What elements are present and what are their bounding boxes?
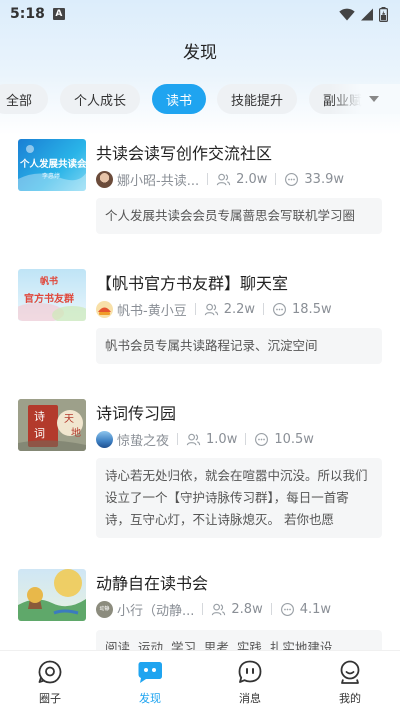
item-meta: 动静 小行（动静... 2.8w 4.1w — [96, 599, 331, 619]
nav-label: 圈子 — [39, 692, 61, 705]
item-title: 【帆书官方书友群】聊天室 — [96, 274, 289, 293]
members-icon — [186, 433, 201, 445]
item-thumbnail: 帆书 官方书友群 — [18, 269, 86, 321]
nav-label: 发现 — [139, 692, 161, 705]
nav-item-circle[interactable]: 圈子 — [0, 651, 100, 712]
item-title: 共读会读写创作交流社区 — [96, 144, 273, 163]
item-title: 诗词传习园 — [96, 404, 177, 423]
list-item[interactable]: 动静自在读书会 动静 小行（动静... 2.8w 4.1w 阅读 运动 学习 思… — [0, 566, 400, 650]
item-description: 阅读 运动 学习 思考 实践 扎实地建设 — [96, 630, 382, 650]
thumbnail-char: 词 — [34, 427, 45, 440]
members-icon — [216, 173, 231, 185]
tab-label: 读书 — [165, 93, 192, 109]
list-item[interactable]: 诗 词 天 地 诗词传习园 惊蛰之夜 1.0w 10.5w 诗心若无处归依，就会… — [0, 396, 400, 538]
avatar: 动静 — [96, 600, 113, 618]
nav-label: 我的 — [339, 692, 361, 705]
message-icon — [238, 660, 262, 683]
thumbnail-char: 诗 — [34, 410, 45, 423]
message-count-icon — [273, 302, 286, 316]
tab-label: 技能提升 — [230, 93, 283, 109]
avatar — [96, 170, 113, 188]
bottom-navigation: 圈子 发现 消息 我的 — [0, 650, 400, 712]
thumbnail-char: 天 — [64, 414, 74, 425]
members-icon — [212, 603, 226, 615]
owner-name: 帆书-黄小豆 — [117, 303, 187, 319]
message-count: 4.1w — [299, 601, 332, 617]
signal-icon — [361, 8, 373, 20]
thumbnail-caption: 个人发展共读会 — [20, 159, 86, 170]
thumbnail-caption: 官方书友群 — [24, 294, 74, 305]
message-count: 18.5w — [292, 301, 332, 317]
nav-item-profile[interactable]: 我的 — [300, 651, 400, 712]
circle-chat-icon — [38, 660, 62, 684]
item-meta: 娜小昭-共读... 2.0w 33.9w — [96, 169, 344, 189]
item-description: 个人发展共读会会员专属蔷思会写联机学习圈 — [96, 198, 382, 234]
category-tabs: 全部 个人成长 读书 技能提升 副业赋 — [0, 84, 400, 114]
message-count-icon — [285, 172, 299, 186]
tab-skill-improvement[interactable]: 技能提升 — [217, 84, 297, 114]
message-count: 33.9w — [304, 171, 344, 187]
list-item[interactable]: 个人发展共读会 李惠婷 共读会读写创作交流社区 娜小昭-共读... 2.0w 3… — [0, 136, 400, 236]
wifi-icon — [339, 8, 355, 20]
chevron-down-icon[interactable] — [366, 92, 382, 106]
avatar — [96, 300, 113, 318]
thumbnail-caption: 帆书 — [40, 277, 59, 287]
item-title: 动静自在读书会 — [96, 574, 209, 593]
tab-label: 全部 — [5, 93, 32, 109]
message-count: 10.5w — [274, 431, 314, 447]
list-item[interactable]: 帆书 官方书友群 【帆书官方书友群】聊天室 帆书-黄小豆 2.2w 18.5w … — [0, 266, 400, 366]
tab-reading[interactable]: 读书 — [152, 84, 206, 114]
nav-item-discover[interactable]: 发现 — [100, 651, 200, 712]
members-icon — [204, 303, 218, 315]
item-meta: 帆书-黄小豆 2.2w 18.5w — [96, 299, 332, 319]
item-description: 帆书会员专属共读路程记录、沉淀空间 — [96, 328, 382, 364]
member-count: 2.2w — [223, 301, 256, 317]
owner-name: 惊蛰之夜 — [117, 433, 170, 449]
battery-icon — [379, 6, 388, 22]
tab-personal-growth[interactable]: 个人成长 — [60, 84, 140, 114]
item-thumbnail — [18, 569, 86, 621]
page-title: 发现 — [183, 43, 217, 63]
owner-name: 小行（动静... — [117, 603, 195, 619]
status-bar: 5:18 A — [0, 0, 400, 28]
thumbnail-char: 地 — [71, 428, 81, 439]
avatar-text: 动静 — [99, 606, 110, 612]
status-icons — [339, 6, 388, 22]
item-description: 诗心若无处归依，就会在喧嚣中沉没。所以我们设立了一个【守护诗脉传习群】，每日一首… — [96, 458, 382, 538]
member-count: 1.0w — [206, 431, 238, 447]
nav-item-messages[interactable]: 消息 — [200, 651, 300, 712]
profile-icon — [340, 660, 360, 684]
item-thumbnail: 诗 词 天 地 — [18, 399, 86, 451]
item-thumbnail: 个人发展共读会 李惠婷 — [18, 139, 86, 191]
tab-label: 个人成长 — [73, 93, 126, 109]
status-time: 5:18 — [10, 6, 45, 22]
message-count-icon — [280, 602, 294, 616]
notification-badge-icon: A — [52, 8, 65, 20]
thumbnail-subcaption: 李惠婷 — [42, 173, 61, 180]
owner-name: 娜小昭-共读... — [117, 173, 200, 189]
nav-label: 消息 — [239, 692, 261, 705]
item-meta: 惊蛰之夜 1.0w 10.5w — [96, 429, 314, 449]
tab-fade-overlay — [330, 84, 400, 114]
avatar — [96, 430, 113, 448]
message-count-icon — [255, 432, 269, 446]
member-count: 2.8w — [231, 601, 263, 617]
tab-all[interactable]: 全部 — [0, 84, 48, 114]
member-count: 2.0w — [236, 171, 268, 187]
discover-icon — [138, 662, 162, 683]
